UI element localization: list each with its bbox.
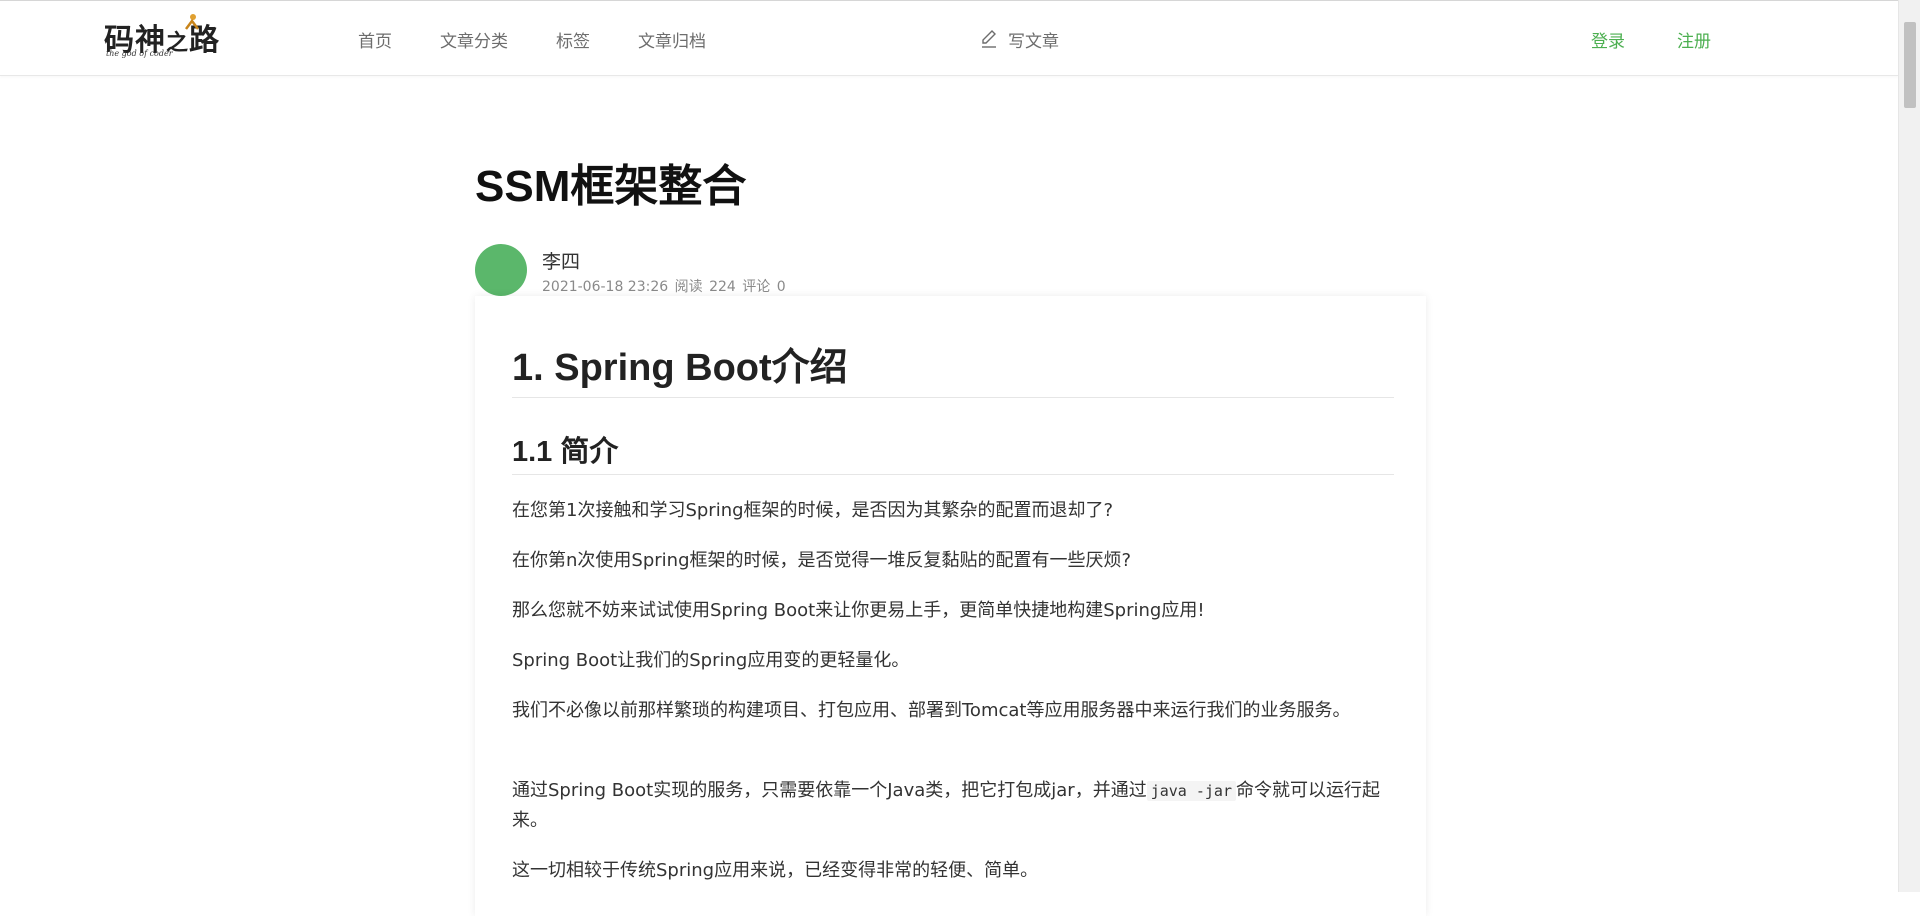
pencil-icon: [982, 30, 996, 48]
nav-categories[interactable]: 文章分类: [440, 27, 508, 52]
site-logo[interactable]: 码神之路 the god of coder: [104, 13, 244, 61]
paragraph: Spring Boot让我们的Spring应用变的更轻量化。: [512, 650, 910, 671]
scrollbar-thumb[interactable]: [1904, 22, 1916, 108]
heading-divider: [512, 397, 1394, 398]
article-content: 1. Spring Boot介绍 1.1 简介 在您第1次接触和学习Spring…: [475, 296, 1426, 916]
reads-count: 224: [709, 279, 736, 295]
paragraph: 在您第1次接触和学习Spring框架的时候，是否因为其繁杂的配置而退却了?: [512, 500, 1114, 521]
top-navbar: 码神之路 the god of coder 首页 文章分类 标签 文章归档 写文…: [0, 0, 1898, 76]
paragraph: 这一切相较于传统Spring应用来说，已经变得非常的轻便、简单。: [512, 860, 1039, 881]
comments-count: 0: [776, 279, 786, 295]
nav-archive[interactable]: 文章归档: [638, 27, 706, 52]
paragraph: 在你第n次使用Spring框架的时候，是否觉得一堆反复黏贴的配置有一些厌烦?: [512, 550, 1132, 571]
article-title: SSM框架整合: [475, 162, 747, 211]
write-article-label: 写文章: [1008, 31, 1059, 52]
author-avatar[interactable]: [475, 244, 527, 296]
content-heading-1: 1. Spring Boot介绍: [512, 347, 848, 389]
publish-date: 2021-06-18 23:26: [542, 279, 669, 295]
paragraph: 通过Spring Boot实现的服务，只需要依靠一个Java类，把它打包成jar…: [512, 776, 1394, 836]
reads-label: 阅读: [674, 279, 703, 295]
vertical-scrollbar[interactable]: [1898, 0, 1920, 892]
paragraph: 我们不必像以前那样繁琐的构建项目、打包应用、部署到Tomcat等应用服务器中来运…: [512, 700, 1351, 721]
heading-divider: [512, 474, 1394, 475]
content-heading-2: 1.1 简介: [512, 436, 619, 468]
paragraph-text: 通过Spring Boot实现的服务，只需要依靠一个Java类，把它打包成jar…: [512, 780, 1147, 801]
paragraph: 那么您就不妨来试试使用Spring Boot来让你更易上手，更简单快捷地构建Sp…: [512, 600, 1205, 621]
main-nav: 首页 文章分类 标签 文章归档: [358, 1, 754, 77]
logo-subtitle: the god of coder: [106, 49, 173, 58]
comments-label: 评论: [742, 279, 771, 295]
author-name[interactable]: 李四: [542, 247, 580, 274]
inline-code: java -jar: [1146, 781, 1236, 801]
article-meta: 2021-06-18 23:26 阅读 224 评论 0: [542, 276, 786, 296]
register-link[interactable]: 注册: [1677, 1, 1711, 77]
write-article-button[interactable]: 写文章: [980, 1, 1059, 77]
logo-figure-icon: [185, 14, 199, 30]
login-link[interactable]: 登录: [1591, 1, 1625, 77]
nav-home[interactable]: 首页: [358, 27, 392, 52]
nav-tags[interactable]: 标签: [556, 27, 590, 52]
